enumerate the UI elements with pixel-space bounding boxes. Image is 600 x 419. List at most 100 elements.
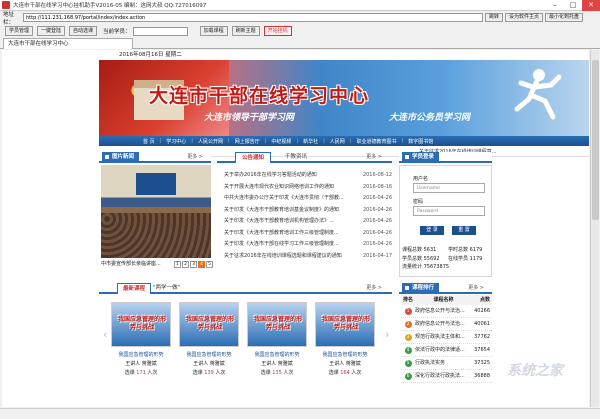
news-photo[interactable] [101,165,211,258]
table-row[interactable]: 5 行政执法实务 37325 [401,357,492,370]
set-home-button[interactable]: 设为软件主页 [505,13,544,22]
pager-5[interactable]: 5 [206,260,213,268]
close-button[interactable]: ✕ [582,0,600,11]
pager-1[interactable]: 1 [174,260,181,268]
pic-news-more-link[interactable]: 更多 > [187,152,203,163]
course-card[interactable]: 我国应急管理的形势与挑战 我国应急管理的形势 王讲人 蒋雅斌 选课 171 人次 [111,302,171,376]
go-button[interactable]: 跳转 [485,13,504,22]
tab-notices[interactable]: 公告通知 [235,152,272,163]
notice-list: 关于举办2016年在线学习答题活动的通知 2016-08-12 关于开展大连市现代… [224,170,392,262]
student-manage-button[interactable]: 学员管理 [5,26,34,36]
list-item[interactable]: 关于开展大连市现代农业知识网络培训工作的通知 2016-08-16 [224,182,392,194]
list-item[interactable]: 关于印发《大连市干部教育培训工作三级管理制度... 2016-04-26 [224,228,392,240]
pager-3[interactable]: 3 [190,260,197,268]
tab-latest-courses[interactable]: 最新课程 [117,283,152,294]
course-views: 选课 135 人次 [260,370,294,376]
list-item[interactable]: 关于征求2016年在线培训课程选题和课程建议的通知 2016-04-17 [224,251,392,263]
course-name[interactable]: 我国应急管理的形势 [111,351,171,358]
minimize-button[interactable]: – [546,0,564,11]
reset-button[interactable]: 重 置 [452,226,476,235]
password-field[interactable]: Password [413,206,485,216]
minimize-tray-button[interactable]: 最小化到托盘 [545,13,584,22]
username-label: 用户名 [413,176,429,182]
url-input[interactable] [23,13,483,22]
site-subtitle-2: 大连市公务员学习网 [389,113,471,123]
nav-home[interactable]: 首 页 [143,138,155,145]
course-teacher: 王讲人 蒋雅斌 [329,361,361,367]
nav-people-open[interactable]: 人民公开网 [198,138,223,145]
vertical-scrollbar[interactable] [590,50,599,407]
list-item[interactable]: 关于印发《大连市干部教育培训机构管理办法》... 2016-04-26 [224,216,392,228]
login-title: 学员登录 [402,152,440,163]
nav-digital-library[interactable]: 数字图书馆 [408,138,433,145]
course-thumbnail[interactable]: 我国应急管理的形势与挑战 [111,302,171,347]
pager-2[interactable]: 2 [182,260,189,268]
course-card[interactable]: 我国应急管理的形势与挑战 我国应急管理的形势 王讲人 蒋雅斌 选课 139 人次 [179,302,239,376]
photo-caption[interactable]: 中市委宣传部长亲临讲座... [101,259,173,269]
nav-ethics-books[interactable]: 职业道德教育图书 [357,138,397,145]
course-views: 选课 164 人次 [328,370,362,376]
pager-4[interactable]: 4 [198,260,205,268]
ranking-header: 课程排行 更多 > [399,283,492,294]
table-row[interactable]: 6 深化行政法行政执法... 36888 [401,370,492,383]
nav-xinhua[interactable]: 新华社 [303,138,318,145]
current-student-field[interactable] [132,26,188,36]
site-title: 大连市干部在线学习中心 [149,85,370,107]
prev-arrow-icon[interactable]: ‹ [103,328,107,341]
course-name[interactable]: 我国应急管理的形势 [179,351,239,358]
nav-online-lecture[interactable]: 网上报告厅 [235,138,260,145]
table-row[interactable]: 4 依法行政中的法律适... 37654 [401,344,492,357]
site-stats: 课程总数 5631 学时总数 6179 学员总数 55692 在线学员 1179 流… [402,247,483,270]
table-row[interactable]: 2 政府信息公开与法治... 40061 [401,318,492,331]
courses-more-link[interactable]: 更多 > [366,283,382,294]
date-label: 2016年08月16日 星期二 [119,52,182,58]
list-item[interactable]: 关于举办2016年在线学习答题活动的通知 2016-08-12 [224,170,392,182]
list-item[interactable]: 中共大连市委办公厅关于印发《大连市贯彻〈干部教... 2016-04-26 [224,193,392,205]
list-item[interactable]: 关于印发《大连市干部在线学习工作三级管理制度... 2016-04-26 [224,239,392,251]
nav-people-net[interactable]: 人民网 [330,138,345,145]
site-banner: 大连市干部在线学习中心 大连市领导干部学习网 大连市公务员学习网 [99,60,589,136]
table-row[interactable]: 3 规范行政执法主体和... 37762 [401,331,492,344]
course-card[interactable]: 我国应急管理的形势与挑战 我国应急管理的形势 王讲人 蒋雅斌 选课 164 人次 [315,302,375,376]
site-subtitle-1: 大连市领导干部学习网 [204,113,295,123]
nav-study-center[interactable]: 学习中心 [166,138,186,145]
course-thumbnail[interactable]: 我国应急管理的形势与挑战 [315,302,375,347]
list-item[interactable]: 关于印发《大连市干部教育培训基金议制度》的通知 2016-04-26 [224,205,392,217]
auto-select-course-button[interactable]: 自动选课 [69,26,98,36]
window-titlebar: 大连市干部在线学习中心挂机助手V2016-05 编制：这网大叔 QQ:72701… [0,0,600,11]
tab-two-studies[interactable]: "两学一做" [153,283,180,294]
start-hangup-button[interactable]: 开始挂机 [263,26,292,36]
tab-training-news[interactable]: 干教资讯 [279,152,313,163]
password-label: 密码 [413,199,424,205]
photo-screen [136,173,176,195]
tab-study-center[interactable]: 大连市干部在线学习中心 [3,38,133,49]
table-row[interactable]: 1 政府信息公开与法治... 40266 [401,305,492,318]
login-header: 学员登录 [399,152,492,163]
refresh-topic-button[interactable]: 刷新主题 [231,26,260,36]
courses-header: 最新课程 "两学一做" 更多 > [99,283,392,294]
nav-discipline-video[interactable]: 中纪视频 [271,138,291,145]
username-field[interactable]: Username [413,183,485,193]
address-label: 地址栏： [3,11,15,26]
scrollbar-thumb[interactable] [592,60,599,220]
login-button[interactable]: 登 录 [420,226,444,235]
course-card[interactable]: 我国应急管理的形势与挑战 我国应急管理的形势 王讲人 蒋雅斌 选课 135 人次 [247,302,307,376]
ranking-more-link[interactable]: 更多 > [468,283,484,294]
ranking-table: 排名 课程名称 点数 1 政府信息公开与法治... 40266 2 政府信息公开与法治..… [401,295,492,383]
course-thumbnail[interactable]: 我国应急管理的形势与挑战 [179,302,239,347]
course-name[interactable]: 我国应急管理的形势 [315,351,375,358]
course-views: 选课 139 人次 [192,370,226,376]
next-arrow-icon[interactable]: › [385,328,389,341]
course-name[interactable]: 我国应急管理的形势 [247,351,307,358]
photo-audience [101,213,211,258]
maximize-button[interactable]: □ [564,0,582,11]
status-bar [0,408,600,419]
course-thumbnail[interactable]: 我国应急管理的形势与挑战 [247,302,307,347]
ranking-title: 课程排行 [402,283,440,294]
one-click-login-button[interactable]: 一键登陆 [37,26,66,36]
site-nav: 首 页 | 学习中心 | 人民公开网 | 网上报告厅 | 中纪视频 | 新华社 | 人民网 |… [99,136,589,146]
notice-more-link[interactable]: 更多 > [366,152,382,163]
load-courses-button[interactable]: 加载课程 [199,26,228,36]
app-icon [2,1,10,9]
toolbar: 学员管理 一键登陆 自动选课 当前学员： 加载课程 刷新主题 开始挂机 [0,25,600,37]
